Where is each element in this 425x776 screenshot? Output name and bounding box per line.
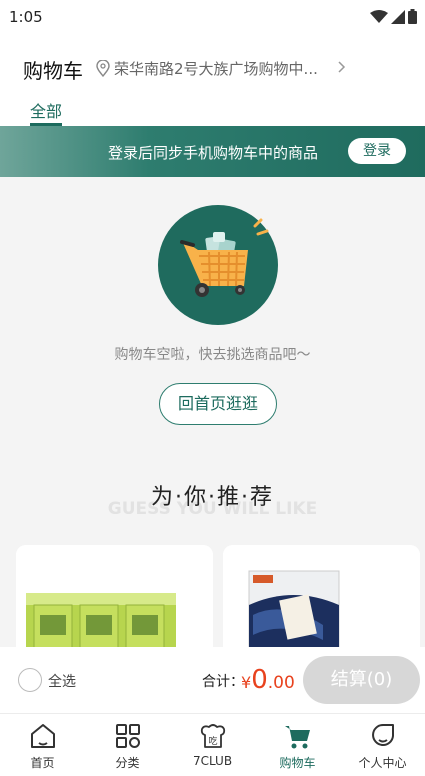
page-title: 购物车 xyxy=(23,59,83,83)
profile-icon xyxy=(372,724,394,746)
select-all-checkbox[interactable] xyxy=(18,668,42,692)
location-selector[interactable]: 荣华南路2号大族广场购物中... xyxy=(96,58,334,79)
back-to-home-button[interactable]: 回首页逛逛 xyxy=(159,383,277,425)
nav-label: 首页 xyxy=(30,756,55,770)
header: 购物车 荣华南路2号大族广场购物中... 全部 xyxy=(0,34,425,126)
checkout-button[interactable]: 结算(0) xyxy=(303,656,420,704)
club-icon: 吃 xyxy=(200,724,226,748)
nav-7club[interactable]: 吃 7CLUB xyxy=(170,714,255,776)
recommend-title: 为·你·推·荐 xyxy=(151,485,274,510)
login-banner: 登录后同步手机购物车中的商品 登录 xyxy=(0,126,425,177)
chevron-right-icon[interactable] xyxy=(338,61,346,73)
nav-home[interactable]: 首页 xyxy=(0,714,85,776)
battery-icon xyxy=(408,9,417,24)
select-all-label[interactable]: 全选 xyxy=(48,671,76,691)
home-icon xyxy=(31,724,55,748)
price-decimal: .00 xyxy=(267,673,295,693)
svg-text:吃: 吃 xyxy=(208,735,217,747)
nav-label: 分类 xyxy=(115,756,140,770)
login-button[interactable]: 登录 xyxy=(348,138,406,164)
wifi-icon xyxy=(370,9,388,23)
nav-profile[interactable]: 个人中心 xyxy=(340,714,425,776)
nav-label: 7CLUB xyxy=(192,754,233,768)
bottom-nav: 首页 分类 吃 7CLUB 购物车 个人中心 xyxy=(0,713,425,776)
location-text: 荣华南路2号大族广场购物中... xyxy=(114,60,318,78)
cart-icon xyxy=(285,726,310,749)
status-icons xyxy=(370,9,417,24)
nav-category[interactable]: 分类 xyxy=(85,714,170,776)
total-label: 合计： xyxy=(202,674,244,690)
nav-label: 购物车 xyxy=(279,756,316,770)
login-banner-text: 登录后同步手机购物车中的商品 xyxy=(108,144,319,162)
empty-cart-message: 购物车空啦，快去挑选商品吧～ xyxy=(114,347,311,363)
signal-icon xyxy=(391,9,405,24)
tab-all[interactable]: 全部 xyxy=(30,98,62,122)
location-pin-icon xyxy=(96,60,110,77)
price-currency: ¥ xyxy=(241,673,252,692)
empty-cart-illustration xyxy=(158,205,278,325)
empty-cart-area: 购物车空啦，快去挑选商品吧～ 回首页逛逛 GUESS YOU WILL LIKE… xyxy=(0,177,425,695)
total-price: ¥ 0 .00 xyxy=(241,665,295,695)
nav-label: 个人中心 xyxy=(358,756,407,770)
status-time: 1:05 xyxy=(9,8,43,26)
checkout-bar: 全选 合计： ¥ 0 .00 结算(0) xyxy=(0,647,425,713)
category-icon xyxy=(116,724,140,748)
status-bar: 1:05 xyxy=(0,0,425,34)
nav-cart[interactable]: 购物车 xyxy=(255,714,340,776)
price-integer: 0 xyxy=(251,665,268,695)
